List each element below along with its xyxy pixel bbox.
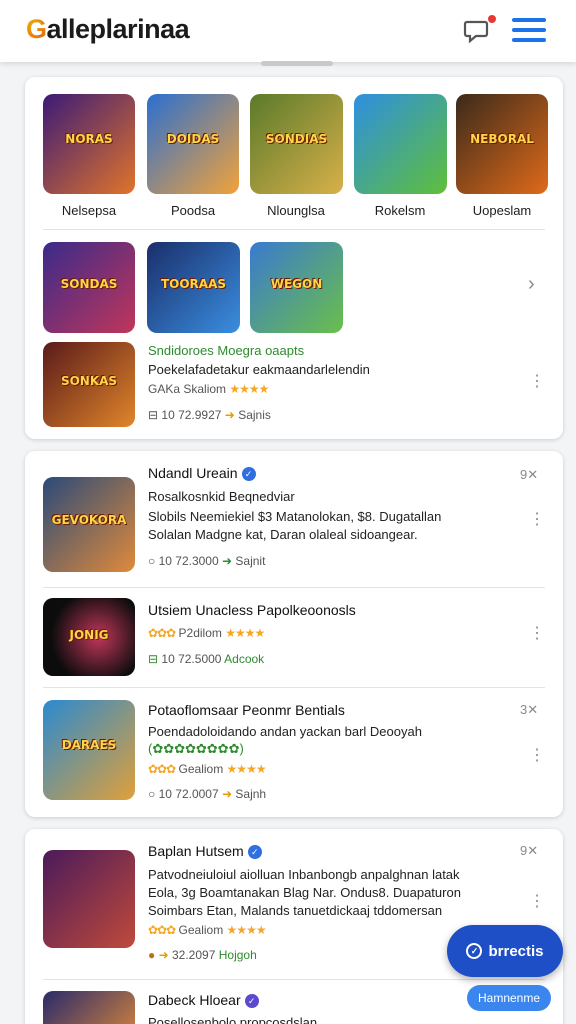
featured-label-3: Nlounglsa	[267, 203, 325, 218]
row2-thumb-1[interactable]: SONDAS	[43, 242, 135, 333]
divider	[43, 587, 545, 588]
featured-label-1: Nelsepsa	[61, 203, 117, 218]
featured-label-4: Rokelsm	[374, 203, 426, 218]
item-thumb[interactable]: SONKAS	[43, 342, 135, 427]
app-title: Galleplarinaa	[26, 14, 190, 44]
list-item-meta: ⊟ 10 72.5000 Adcook	[148, 652, 265, 666]
list-item-meta: ○ 10 72.3000 ➜ Sajnit	[148, 554, 266, 568]
list-item-line: Soimbars Etan, Malands tanuetdickaaj tdd…	[148, 903, 443, 918]
list-item-line: Eola, 3g Boamtanakan Blag Nar. Ondus8. D…	[148, 885, 461, 900]
list-item-meta: ○ 10 72.0007 ➜ Sajnh	[148, 787, 267, 801]
list-thumb-1[interactable]: GEVOKORA	[43, 477, 135, 572]
divider	[43, 979, 545, 980]
list-item-rating: ✿✿✿ P2dilom ★★★★	[148, 626, 265, 640]
list-card: Ndandl Ureain ✓ 9✕ GEVOKORA Rosalkosnkid …	[25, 451, 563, 817]
more-options-icon[interactable]: ⋮	[529, 894, 545, 910]
row2-thumb-2[interactable]: TOORAAS	[147, 242, 240, 333]
list-item-line: Solalan Madgne kat, Daran olaleal sidoan…	[148, 527, 418, 542]
list-item-title[interactable]: Dabeck Hloear ✓	[148, 992, 259, 1008]
list-item-rating: ✿✿✿ Gealiom ★★★★	[148, 923, 267, 937]
list-item-line: Patvodneiuloiul aiolluan Inbanbongb anpa…	[148, 867, 460, 882]
featured-thumb-3[interactable]: SONDIAS	[250, 94, 343, 194]
list-thumb-4[interactable]	[43, 850, 135, 948]
verified-icon: ✓	[241, 467, 256, 481]
list-item-meta: ● ➜ 32.2097 Hojgoh	[148, 948, 257, 962]
list-item-line: Posellosenbolo propcosdslan	[148, 1015, 318, 1024]
row2-thumb-3[interactable]: WEGON	[250, 242, 343, 333]
more-options-icon[interactable]: ⋮	[529, 626, 545, 642]
item-tagline: Sndidoroes Moegra oaapts	[148, 343, 305, 358]
more-options-icon[interactable]: ⋮	[529, 512, 545, 528]
close-icon[interactable]: 9✕	[520, 843, 538, 859]
list-item-line: Poendadoloidando andan yackan barl Deooy…	[148, 724, 422, 739]
item-description: Poekelafadetakur eakmaandarlelendin	[148, 362, 370, 377]
floating-action-button[interactable]: ✓ brrectis	[447, 925, 563, 977]
list-thumb-5[interactable]	[43, 991, 135, 1024]
notification-dot	[488, 15, 496, 23]
list-thumb-3[interactable]: DARAES	[43, 700, 135, 800]
top-bar: Galleplarinaa	[0, 0, 576, 62]
close-icon[interactable]: 9✕	[520, 467, 538, 483]
featured-card: NORAS DOIDAS SONDIAS NEBORAL Nelsepsa Po…	[25, 77, 563, 439]
more-options-icon[interactable]: ⋮	[529, 748, 545, 764]
list-item-title[interactable]: Baplan Hutsem ✓	[148, 843, 262, 859]
verified-icon: ✓	[244, 994, 259, 1008]
list-thumb-2[interactable]: JONIG	[43, 598, 135, 676]
check-circle-icon: ✓	[466, 943, 483, 959]
list-item-rating: ✿✿✿ Gealiom ★★★★	[148, 762, 267, 776]
featured-thumb-5[interactable]: NEBORAL	[456, 94, 548, 194]
list-item-line: (✿✿✿✿✿✿✿✿)	[148, 741, 244, 756]
divider	[43, 229, 545, 230]
close-icon[interactable]: 3✕	[520, 702, 538, 718]
featured-thumb-4[interactable]	[354, 94, 447, 194]
more-options-icon[interactable]: ⋮	[529, 374, 545, 390]
item-meta: ⊟ 10 72.9927 ➜ Sajnis	[148, 408, 271, 422]
featured-thumb-1[interactable]: NORAS	[43, 94, 135, 194]
item-rating: GAKa Skaliom ★★★★	[148, 382, 269, 396]
bottom-pill-button[interactable]: Hamnenme	[467, 985, 551, 1011]
drag-handle[interactable]	[261, 61, 333, 66]
hamburger-icon[interactable]	[512, 18, 546, 44]
divider	[43, 687, 545, 688]
list-item-title[interactable]: Ndandl Ureain ✓	[148, 465, 256, 481]
verified-icon: ✓	[247, 845, 262, 859]
list-item-title[interactable]: Potaoflomsaar Peonmr Bentials	[148, 702, 345, 718]
list-item-line: Slobils Neemiekiel $3 Matanolokan, $8. D…	[148, 509, 442, 524]
featured-thumb-2[interactable]: DOIDAS	[147, 94, 239, 194]
list-item-title[interactable]: Utsiem Unacless Papolkeoonosls	[148, 602, 356, 618]
list-item-line: Rosalkosnkid Beqnedviar	[148, 489, 295, 504]
featured-label-5: Uopeslam	[472, 203, 532, 218]
chevron-right-icon[interactable]: ›	[528, 273, 535, 296]
featured-label-2: Poodsa	[170, 203, 216, 218]
